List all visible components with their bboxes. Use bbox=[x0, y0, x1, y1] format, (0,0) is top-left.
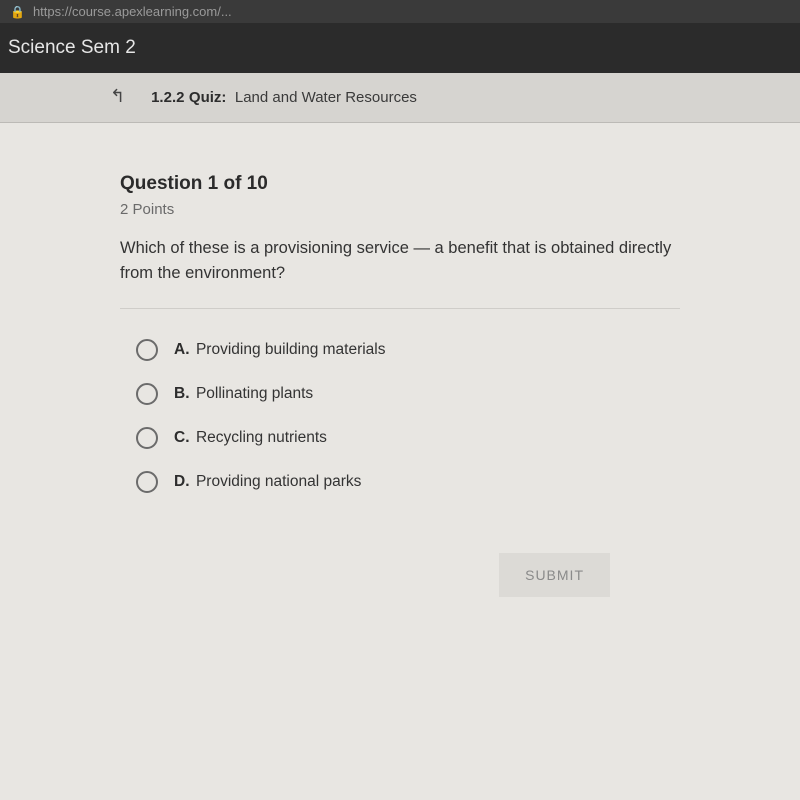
option-text: Recycling nutrients bbox=[196, 429, 327, 446]
quiz-number: 1.2.2 bbox=[151, 89, 184, 106]
question-heading: Question 1 of 10 bbox=[120, 173, 680, 195]
radio-icon[interactable] bbox=[136, 383, 158, 405]
option-letter: B. bbox=[174, 385, 190, 402]
divider bbox=[120, 308, 680, 309]
question-points: 2 Points bbox=[120, 201, 680, 218]
option-c[interactable]: C. Recycling nutrients bbox=[136, 427, 680, 449]
course-title-bar: Science Sem 2 bbox=[0, 23, 800, 73]
option-letter: D. bbox=[174, 473, 190, 490]
option-text: Providing national parks bbox=[196, 473, 361, 490]
option-text: Providing building materials bbox=[196, 341, 386, 358]
question-content: Question 1 of 10 2 Points Which of these… bbox=[0, 123, 740, 597]
submit-container: SUBMIT bbox=[120, 515, 680, 597]
url-text: https://course.apexlearning.com/... bbox=[33, 4, 232, 19]
option-text: Pollinating plants bbox=[196, 385, 313, 402]
option-letter: C. bbox=[174, 429, 190, 446]
back-arrow-icon[interactable]: ↰ bbox=[110, 86, 125, 107]
lock-icon: 🔒 bbox=[10, 5, 25, 19]
quiz-label: Quiz: bbox=[189, 89, 227, 106]
question-text: Which of these is a provisioning service… bbox=[120, 236, 680, 286]
quiz-title: Land and Water Resources bbox=[235, 89, 417, 106]
url-bar[interactable]: 🔒 https://course.apexlearning.com/... bbox=[0, 0, 800, 23]
submit-button[interactable]: SUBMIT bbox=[499, 553, 610, 597]
radio-icon[interactable] bbox=[136, 339, 158, 361]
options-list: A. Providing building materials B. Polli… bbox=[120, 339, 680, 493]
option-a[interactable]: A. Providing building materials bbox=[136, 339, 680, 361]
option-d[interactable]: D. Providing national parks bbox=[136, 471, 680, 493]
radio-icon[interactable] bbox=[136, 471, 158, 493]
radio-icon[interactable] bbox=[136, 427, 158, 449]
course-title: Science Sem 2 bbox=[8, 37, 136, 58]
option-letter: A. bbox=[174, 341, 190, 358]
option-b[interactable]: B. Pollinating plants bbox=[136, 383, 680, 405]
quiz-header: ↰ 1.2.2 Quiz: Land and Water Resources bbox=[0, 73, 800, 123]
